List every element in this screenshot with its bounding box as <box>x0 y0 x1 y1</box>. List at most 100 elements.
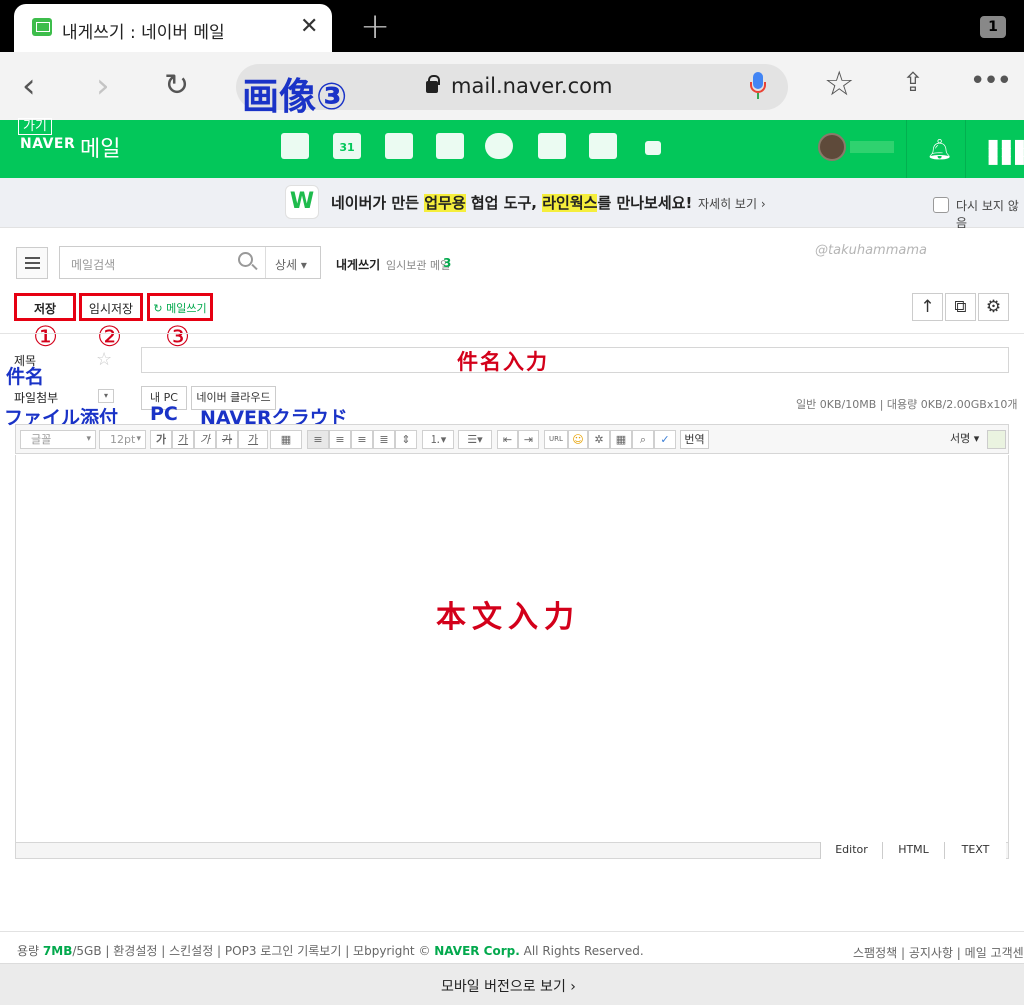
italic-button[interactable]: 가 <box>194 430 216 449</box>
browser-tab[interactable]: 내게쓰기 : 네이버 메일 ✕ <box>14 4 332 52</box>
outdent-icon[interactable]: ⇤ <box>497 430 518 449</box>
more-icon[interactable]: ••• <box>970 66 1012 96</box>
font-size-select[interactable]: 12pt <box>99 430 146 449</box>
font-family-select[interactable]: 글꼴 <box>20 430 96 449</box>
numbered-list-icon[interactable]: ⒈▾ <box>422 430 454 449</box>
menu-button[interactable] <box>16 247 48 279</box>
user-name-redacted <box>850 141 894 153</box>
hamburger-icon <box>25 262 40 264</box>
lock-icon <box>426 75 440 93</box>
search-icon[interactable] <box>238 252 253 267</box>
mail-body-editor[interactable] <box>15 455 1009 843</box>
list-icon[interactable] <box>385 133 413 159</box>
rights-text: All Rights Reserved. <box>519 944 644 958</box>
contacts-icon[interactable] <box>436 133 464 159</box>
image-insert-icon[interactable] <box>987 430 1006 449</box>
mode-editor-tab[interactable]: Editor <box>820 842 882 859</box>
line-height-icon[interactable]: ⇕ <box>395 430 417 449</box>
mail-logo[interactable]: 메일 <box>80 131 120 163</box>
bell-icon[interactable]: 🔔︎ <box>927 137 952 161</box>
microphone-icon[interactable] <box>750 72 766 102</box>
banner-text[interactable]: 네이버가 만든 업무용 협업 도구, 라인웍스를 만나보세요! <box>331 192 692 213</box>
memo-icon[interactable] <box>538 133 566 159</box>
mode-html-tab[interactable]: HTML <box>882 842 944 859</box>
search-detail-label: 상세 <box>275 258 298 272</box>
mobile-version-link[interactable]: 모바일 버전으로 보기 › <box>441 976 576 996</box>
settings-gear-icon[interactable]: ⚙ <box>978 293 1009 321</box>
temp-mail-link[interactable]: 임시보관 메일 <box>386 257 450 273</box>
highlight-color-icon[interactable]: ▦ <box>270 430 302 449</box>
emoticon-icon[interactable]: ☺ <box>568 430 588 449</box>
align-left-icon[interactable]: ≡ <box>307 430 329 449</box>
page-title: 내게쓰기 <box>336 258 381 272</box>
lineworks-logo-icon: W <box>285 185 319 219</box>
banner-more-link[interactable]: 자세히 보기 › <box>698 195 766 212</box>
close-tab-icon[interactable]: ✕ <box>300 14 318 39</box>
header-divider <box>965 120 966 178</box>
popout-icon[interactable]: ⧉ <box>945 293 976 321</box>
table-icon[interactable]: ▦ <box>610 430 632 449</box>
underline-button[interactable]: 가 <box>172 430 194 449</box>
share-icon[interactable]: ⇪ <box>902 68 924 98</box>
usage-label: 용량 <box>17 944 40 958</box>
subject-annotation: 件名 <box>6 366 45 388</box>
subject-input[interactable] <box>141 347 1009 373</box>
attach-dropdown-icon[interactable]: ▾ <box>98 389 114 403</box>
mail-favicon-icon <box>32 18 52 36</box>
banner-highlight-2: 라인웍스 <box>542 194 598 212</box>
hide-banner-label[interactable]: 다시 보지 않음 <box>956 197 1024 231</box>
naver-logo[interactable]: NAVER <box>20 136 75 152</box>
strikethrough-button[interactable]: 가 <box>216 430 238 449</box>
banner-text-c: 를 만나보세요! <box>597 194 693 212</box>
hamburger-icon <box>25 257 40 259</box>
translate-button[interactable]: 번역 <box>680 430 709 449</box>
banner-text-a: 네이버가 만든 <box>331 194 425 212</box>
indent-icon[interactable]: ⇥ <box>518 430 539 449</box>
footer-right-links[interactable]: 스팸정책 | 공지사항 | 메일 고객센터 <box>853 944 1024 961</box>
apps-grid-icon[interactable]: ▪▪▪ ▪▪▪ ▪▪▪ <box>987 135 1024 169</box>
align-center-icon[interactable]: ≡ <box>329 430 351 449</box>
spellcheck-icon[interactable]: ✓ <box>654 430 676 449</box>
footer-settings-links[interactable]: | 환경설정 | 스킨설정 | POP3 로그인 기록보기 | 모 <box>102 944 364 958</box>
scroll-top-icon[interactable]: ↑ <box>912 293 943 321</box>
attachment-capacity: 일반 0KB/10MB | 대용량 0KB/2.00GBx10개 <box>796 398 1018 411</box>
temp-save-button[interactable]: 임시저장 <box>79 293 143 321</box>
mail-write-icon[interactable] <box>281 133 309 159</box>
bullet-list-icon[interactable]: ☰▾ <box>458 430 492 449</box>
image-annotation: 画像③ <box>242 75 348 118</box>
usage-total: /5GB <box>72 944 102 958</box>
write-mail-label: 메일쓰기 <box>166 302 207 315</box>
naver-corp-link[interactable]: NAVER Corp. <box>434 944 520 958</box>
url-text[interactable]: mail.naver.com <box>451 74 612 98</box>
hide-banner-checkbox[interactable] <box>933 197 949 213</box>
bold-button[interactable]: 가 <box>150 430 172 449</box>
url-link-button[interactable]: URL <box>544 430 568 449</box>
body-annotation: 本文入力 <box>436 600 580 635</box>
reload-icon[interactable]: ↻ <box>164 68 189 103</box>
align-right-icon[interactable]: ≡ <box>351 430 373 449</box>
font-color-button[interactable]: 가 <box>238 430 268 449</box>
align-justify-icon[interactable]: ≣ <box>373 430 395 449</box>
calendar-icon[interactable]: 31 <box>333 133 361 159</box>
important-star-icon[interactable]: ☆ <box>96 349 112 370</box>
go-label[interactable]: 가기 <box>18 118 52 135</box>
save-button[interactable]: 저장 <box>14 293 76 321</box>
back-icon[interactable]: ‹ <box>22 66 36 106</box>
special-char-icon[interactable]: ✲ <box>588 430 610 449</box>
cloud-icon[interactable] <box>485 133 513 159</box>
search-detail-button[interactable]: 상세 ▾ <box>275 256 307 273</box>
signature-dropdown[interactable]: 서명 ▾ <box>950 430 979 446</box>
temp-mail-count[interactable]: 3 <box>443 256 451 270</box>
pc-annotation: PC <box>150 403 178 425</box>
new-tab-icon[interactable]: + <box>360 6 390 47</box>
works-icon[interactable] <box>589 133 617 159</box>
write-mail-button[interactable]: ↻ 메일쓰기 <box>147 293 213 321</box>
bookmark-star-icon[interactable]: ☆ <box>824 64 854 104</box>
find-icon[interactable]: ⌕ <box>632 430 654 449</box>
mode-text-tab[interactable]: TEXT <box>944 842 1006 859</box>
tab-count-badge[interactable]: 1 <box>980 16 1006 38</box>
avatar[interactable] <box>818 133 846 161</box>
dropdown-more-icon[interactable] <box>645 141 661 155</box>
forward-icon[interactable]: › <box>96 66 110 106</box>
annotation-number-1: ① <box>33 320 59 353</box>
